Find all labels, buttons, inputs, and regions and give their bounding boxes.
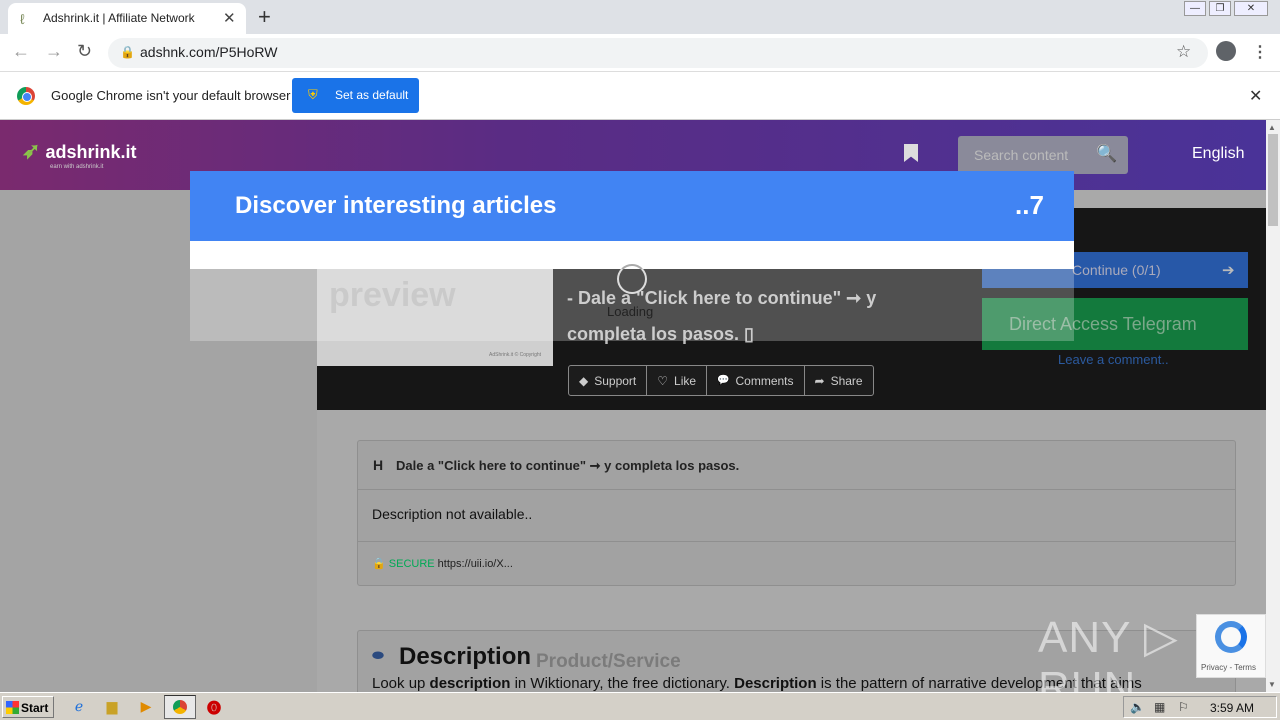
set-as-default-button[interactable]: ⛨ Set as default xyxy=(292,78,419,113)
language-selector[interactable]: English xyxy=(1192,145,1244,163)
site-logo[interactable]: ➶ adshrink.it earn with adshrink.it xyxy=(22,138,136,170)
thumbnail-copyright: AdShrink.it © Copyright xyxy=(489,352,542,358)
description-title: Description xyxy=(399,643,532,670)
card-heading: Dale a "Click here to continue" ➞ y comp… xyxy=(396,458,740,473)
window-minimize-button[interactable]: — xyxy=(1184,1,1206,16)
recaptcha-badge[interactable]: Privacy - Terms xyxy=(1196,614,1266,678)
padlock-icon: 🔒 xyxy=(372,558,386,570)
back-arrow-icon[interactable]: ← xyxy=(12,41,30,62)
action-bar: ◆ Support ♡ Like 💬 Comments ➦ Share xyxy=(568,365,874,396)
modal-title: Discover interesting articles xyxy=(235,192,557,219)
share-button[interactable]: ➦ Share xyxy=(805,366,873,395)
chrome-taskbar-button[interactable] xyxy=(164,695,196,719)
continue-label: Continue (0/1) xyxy=(1072,262,1161,278)
gem-icon: ◆ xyxy=(579,373,589,388)
share-label: Share xyxy=(830,373,863,388)
heart-icon: ♡ xyxy=(657,373,669,388)
lock-icon: 🔒 xyxy=(120,45,135,59)
comments-button[interactable]: 💬 Comments xyxy=(707,366,805,395)
browser-toolbar: ← → ↻ 🔒 adshnk.com/P5HoRW ☆ xyxy=(0,34,1280,72)
infobar-close-icon[interactable]: ✕ xyxy=(1249,86,1262,106)
uac-shield-icon: ⛨ xyxy=(308,87,318,102)
heading-icon: H xyxy=(373,457,384,473)
tab-close-icon[interactable]: ✕ xyxy=(223,9,236,27)
account-avatar-icon[interactable] xyxy=(1216,41,1236,61)
like-label: Like xyxy=(674,373,697,388)
opera-icon[interactable]: ⓿ xyxy=(205,698,223,716)
bookmark-icon[interactable] xyxy=(904,144,918,162)
modal-header: Discover interesting articles ..7 xyxy=(190,171,1074,241)
window-close-button[interactable]: ✕ xyxy=(1234,1,1268,16)
logo-tagline: earn with adshrink.it xyxy=(50,164,104,170)
paragraph-bold: Description xyxy=(734,675,817,692)
logo-text: adshrink.it xyxy=(45,142,137,162)
action-center-flag-icon[interactable]: ⚐ xyxy=(1178,700,1189,714)
card-description: Description not available.. xyxy=(372,506,533,522)
system-tray: 🔈 ▦ ⚐ 3:59 AM xyxy=(1123,696,1277,718)
internet-explorer-icon[interactable]: ℯ xyxy=(70,698,88,716)
volume-icon[interactable]: 🔈 xyxy=(1130,700,1145,714)
start-button[interactable]: Start xyxy=(2,696,54,718)
windows-taskbar: Start ℯ ▆ ▶ ⓿ 🔈 ▦ ⚐ 3:59 AM xyxy=(0,692,1280,720)
chrome-icon xyxy=(173,700,187,714)
description-subtitle: Product/Service xyxy=(536,651,681,672)
set-as-default-label: Set as default xyxy=(335,88,409,102)
window-restore-button[interactable]: ❐ xyxy=(1209,1,1231,16)
description-paragraph: Look up description in Wiktionary, the f… xyxy=(372,675,1142,692)
tab-strip: ℓ Adshrink.it | Affiliate Network ✕ + — … xyxy=(0,0,1280,34)
search-icon[interactable]: 🔍 xyxy=(1096,144,1117,164)
heron-logo-icon: ➶ xyxy=(22,138,41,163)
media-player-icon[interactable]: ▶ xyxy=(137,698,155,716)
chrome-logo-icon xyxy=(17,87,35,105)
scroll-up-arrow-icon[interactable]: ▲ xyxy=(1268,123,1276,132)
search-placeholder: Search content xyxy=(974,147,1069,163)
share-icon: ➦ xyxy=(814,373,825,388)
reload-icon[interactable]: ↻ xyxy=(77,41,92,62)
comments-icon: 💬 xyxy=(717,375,730,386)
site-favicon-icon: ℓ xyxy=(20,11,25,27)
browser-tab[interactable]: ℓ Adshrink.it | Affiliate Network ✕ xyxy=(8,3,246,34)
recaptcha-logo-icon xyxy=(1215,621,1247,653)
search-input[interactable]: Search content 🔍 xyxy=(958,136,1128,174)
bookmark-star-icon[interactable]: ☆ xyxy=(1176,42,1191,62)
tab-title: Adshrink.it | Affiliate Network xyxy=(43,11,195,25)
modal-countdown: ..7 xyxy=(1015,190,1044,220)
pills-icon: ⬬ xyxy=(372,647,384,663)
arrow-right-icon: ➔ xyxy=(1222,262,1235,279)
new-tab-button[interactable]: + xyxy=(258,4,271,30)
paragraph-text: Look up xyxy=(372,675,430,692)
clock[interactable]: 3:59 AM xyxy=(1210,701,1254,715)
like-button[interactable]: ♡ Like xyxy=(647,366,708,395)
leave-comment-link[interactable]: Leave a comment.. xyxy=(1058,352,1169,367)
card-header: H Dale a "Click here to continue" ➞ y co… xyxy=(358,441,1235,490)
address-bar[interactable]: 🔒 adshnk.com/P5HoRW ☆ xyxy=(108,38,1208,68)
windows-flag-icon xyxy=(6,701,19,714)
network-icon[interactable]: ▦ xyxy=(1154,700,1165,714)
forward-arrow-icon[interactable]: → xyxy=(45,41,63,62)
card-divider xyxy=(358,541,1235,542)
support-button[interactable]: ◆ Support xyxy=(569,366,648,395)
articles-modal: Discover interesting articles ..7 Loadin… xyxy=(190,171,1074,341)
paragraph-bold[interactable]: description xyxy=(430,675,511,692)
link-info-card: H Dale a "Click here to continue" ➞ y co… xyxy=(357,440,1236,586)
support-label: Support xyxy=(594,373,637,388)
loading-spinner-icon xyxy=(617,264,647,294)
recaptcha-terms[interactable]: Privacy - Terms xyxy=(1201,663,1256,672)
browser-menu-icon[interactable]: ⋮ xyxy=(1252,42,1268,62)
secure-url: https://uii.io/X... xyxy=(437,558,513,570)
url-text[interactable]: adshnk.com/P5HoRW xyxy=(140,44,277,60)
start-label: Start xyxy=(21,701,49,715)
infobar-message: Google Chrome isn't your default browser xyxy=(51,88,291,103)
secure-url-row: 🔒 SECURE https://uii.io/X... xyxy=(372,557,513,570)
comments-label: Comments xyxy=(735,373,794,388)
paragraph-text: in Wiktionary, the free dictionary. xyxy=(510,675,735,692)
secure-label: SECURE xyxy=(388,558,435,570)
file-explorer-icon[interactable]: ▆ xyxy=(103,698,121,716)
loading-text: Loading xyxy=(607,304,654,319)
scrollbar-thumb[interactable] xyxy=(1268,134,1278,226)
